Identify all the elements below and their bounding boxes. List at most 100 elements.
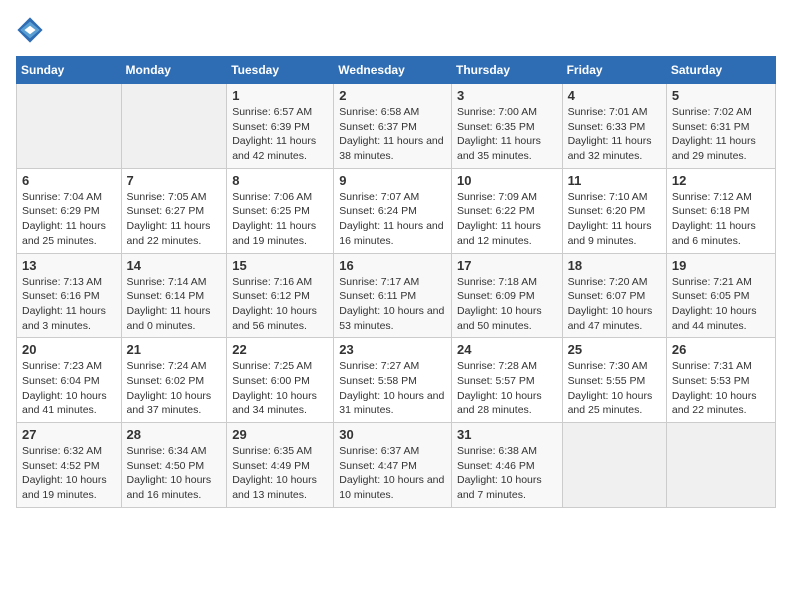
day-info: Sunrise: 7:21 AM Sunset: 6:05 PM Dayligh…	[672, 275, 770, 334]
day-number: 9	[339, 173, 446, 188]
day-number: 31	[457, 427, 557, 442]
day-info: Sunrise: 7:06 AM Sunset: 6:25 PM Dayligh…	[232, 190, 328, 249]
day-info: Sunrise: 7:04 AM Sunset: 6:29 PM Dayligh…	[22, 190, 116, 249]
day-number: 16	[339, 258, 446, 273]
day-number: 25	[568, 342, 661, 357]
day-number: 27	[22, 427, 116, 442]
calendar-cell: 9 Sunrise: 7:07 AM Sunset: 6:24 PM Daylig…	[334, 168, 452, 253]
calendar-cell: 12 Sunrise: 7:12 AM Sunset: 6:18 PM Dayli…	[666, 168, 775, 253]
day-info: Sunrise: 7:01 AM Sunset: 6:33 PM Dayligh…	[568, 105, 661, 164]
calendar-cell: 6 Sunrise: 7:04 AM Sunset: 6:29 PM Daylig…	[17, 168, 122, 253]
weekday-header-saturday: Saturday	[666, 57, 775, 84]
calendar-cell: 10 Sunrise: 7:09 AM Sunset: 6:22 PM Dayli…	[451, 168, 562, 253]
calendar-cell: 21 Sunrise: 7:24 AM Sunset: 6:02 PM Dayli…	[121, 338, 227, 423]
calendar-week-row: 20 Sunrise: 7:23 AM Sunset: 6:04 PM Dayli…	[17, 338, 776, 423]
day-number: 1	[232, 88, 328, 103]
calendar-cell: 20 Sunrise: 7:23 AM Sunset: 6:04 PM Dayli…	[17, 338, 122, 423]
calendar-cell: 7 Sunrise: 7:05 AM Sunset: 6:27 PM Daylig…	[121, 168, 227, 253]
calendar-cell: 2Sunrise: 6:58 AM Sunset: 6:37 PM Daylig…	[334, 84, 452, 169]
day-number: 7	[127, 173, 222, 188]
day-info: Sunrise: 7:24 AM Sunset: 6:02 PM Dayligh…	[127, 359, 222, 418]
calendar-cell: 24 Sunrise: 7:28 AM Sunset: 5:57 PM Dayli…	[451, 338, 562, 423]
day-info: Sunrise: 7:20 AM Sunset: 6:07 PM Dayligh…	[568, 275, 661, 334]
calendar-cell	[121, 84, 227, 169]
calendar-cell	[562, 423, 666, 508]
calendar-cell: 19 Sunrise: 7:21 AM Sunset: 6:05 PM Dayli…	[666, 253, 775, 338]
calendar-cell: 3 Sunrise: 7:00 AM Sunset: 6:35 PM Daylig…	[451, 84, 562, 169]
day-number: 17	[457, 258, 557, 273]
calendar-cell	[17, 84, 122, 169]
calendar-cell: 26 Sunrise: 7:31 AM Sunset: 5:53 PM Dayli…	[666, 338, 775, 423]
day-number: 20	[22, 342, 116, 357]
day-number: 12	[672, 173, 770, 188]
day-info: Sunrise: 7:12 AM Sunset: 6:18 PM Dayligh…	[672, 190, 770, 249]
day-number: 8	[232, 173, 328, 188]
day-number: 29	[232, 427, 328, 442]
weekday-header-friday: Friday	[562, 57, 666, 84]
day-number: 21	[127, 342, 222, 357]
weekday-header-row: SundayMondayTuesdayWednesdayThursdayFrid…	[17, 57, 776, 84]
day-info: Sunrise: 7:18 AM Sunset: 6:09 PM Dayligh…	[457, 275, 557, 334]
calendar-cell: 22Sunrise: 7:25 AM Sunset: 6:00 PM Dayli…	[227, 338, 334, 423]
calendar-cell: 17 Sunrise: 7:18 AM Sunset: 6:09 PM Dayli…	[451, 253, 562, 338]
calendar-cell: 31 Sunrise: 6:38 AM Sunset: 4:46 PM Dayli…	[451, 423, 562, 508]
day-info: Sunrise: 6:35 AM Sunset: 4:49 PM Dayligh…	[232, 444, 328, 503]
calendar-week-row: 13Sunrise: 7:13 AM Sunset: 6:16 PM Dayli…	[17, 253, 776, 338]
day-number: 24	[457, 342, 557, 357]
weekday-header-thursday: Thursday	[451, 57, 562, 84]
day-info: Sunrise: 6:34 AM Sunset: 4:50 PM Dayligh…	[127, 444, 222, 503]
day-info: Sunrise: 7:10 AM Sunset: 6:20 PM Dayligh…	[568, 190, 661, 249]
calendar-cell: 1 Sunrise: 6:57 AM Sunset: 6:39 PM Daylig…	[227, 84, 334, 169]
day-info: Sunrise: 6:32 AM Sunset: 4:52 PM Dayligh…	[22, 444, 116, 503]
calendar-cell: 29 Sunrise: 6:35 AM Sunset: 4:49 PM Dayli…	[227, 423, 334, 508]
day-number: 10	[457, 173, 557, 188]
weekday-header-tuesday: Tuesday	[227, 57, 334, 84]
day-info: Sunrise: 7:14 AM Sunset: 6:14 PM Dayligh…	[127, 275, 222, 334]
day-info: Sunrise: 7:07 AM Sunset: 6:24 PM Dayligh…	[339, 190, 446, 249]
day-number: 11	[568, 173, 661, 188]
day-info: Sunrise: 6:58 AM Sunset: 6:37 PM Dayligh…	[339, 105, 446, 164]
calendar-week-row: 6 Sunrise: 7:04 AM Sunset: 6:29 PM Daylig…	[17, 168, 776, 253]
day-info: Sunrise: 7:05 AM Sunset: 6:27 PM Dayligh…	[127, 190, 222, 249]
weekday-header-monday: Monday	[121, 57, 227, 84]
calendar-cell: 5 Sunrise: 7:02 AM Sunset: 6:31 PM Daylig…	[666, 84, 775, 169]
calendar-cell: 8 Sunrise: 7:06 AM Sunset: 6:25 PM Daylig…	[227, 168, 334, 253]
day-info: Sunrise: 7:31 AM Sunset: 5:53 PM Dayligh…	[672, 359, 770, 418]
day-info: Sunrise: 7:13 AM Sunset: 6:16 PM Dayligh…	[22, 275, 116, 334]
calendar-cell: 30 Sunrise: 6:37 AM Sunset: 4:47 PM Dayli…	[334, 423, 452, 508]
day-info: Sunrise: 7:09 AM Sunset: 6:22 PM Dayligh…	[457, 190, 557, 249]
calendar-cell: 28Sunrise: 6:34 AM Sunset: 4:50 PM Dayli…	[121, 423, 227, 508]
calendar-table: SundayMondayTuesdayWednesdayThursdayFrid…	[16, 56, 776, 508]
day-number: 19	[672, 258, 770, 273]
day-number: 18	[568, 258, 661, 273]
day-info: Sunrise: 7:00 AM Sunset: 6:35 PM Dayligh…	[457, 105, 557, 164]
day-number: 3	[457, 88, 557, 103]
calendar-cell: 23 Sunrise: 7:27 AM Sunset: 5:58 PM Dayli…	[334, 338, 452, 423]
day-info: Sunrise: 6:57 AM Sunset: 6:39 PM Dayligh…	[232, 105, 328, 164]
day-info: Sunrise: 7:17 AM Sunset: 6:11 PM Dayligh…	[339, 275, 446, 334]
day-info: Sunrise: 7:28 AM Sunset: 5:57 PM Dayligh…	[457, 359, 557, 418]
day-number: 14	[127, 258, 222, 273]
day-info: Sunrise: 6:38 AM Sunset: 4:46 PM Dayligh…	[457, 444, 557, 503]
page-header	[16, 16, 776, 44]
calendar-cell	[666, 423, 775, 508]
day-info: Sunrise: 6:37 AM Sunset: 4:47 PM Dayligh…	[339, 444, 446, 503]
day-number: 22	[232, 342, 328, 357]
weekday-header-sunday: Sunday	[17, 57, 122, 84]
day-info: Sunrise: 7:30 AM Sunset: 5:55 PM Dayligh…	[568, 359, 661, 418]
day-number: 30	[339, 427, 446, 442]
logo-icon	[16, 16, 44, 44]
calendar-cell: 14 Sunrise: 7:14 AM Sunset: 6:14 PM Dayli…	[121, 253, 227, 338]
day-info: Sunrise: 7:16 AM Sunset: 6:12 PM Dayligh…	[232, 275, 328, 334]
day-number: 23	[339, 342, 446, 357]
calendar-cell: 18 Sunrise: 7:20 AM Sunset: 6:07 PM Dayli…	[562, 253, 666, 338]
day-info: Sunrise: 7:27 AM Sunset: 5:58 PM Dayligh…	[339, 359, 446, 418]
day-info: Sunrise: 7:02 AM Sunset: 6:31 PM Dayligh…	[672, 105, 770, 164]
calendar-cell: 15Sunrise: 7:16 AM Sunset: 6:12 PM Dayli…	[227, 253, 334, 338]
day-info: Sunrise: 7:23 AM Sunset: 6:04 PM Dayligh…	[22, 359, 116, 418]
calendar-cell: 25 Sunrise: 7:30 AM Sunset: 5:55 PM Dayli…	[562, 338, 666, 423]
day-number: 26	[672, 342, 770, 357]
day-number: 5	[672, 88, 770, 103]
day-number: 6	[22, 173, 116, 188]
calendar-cell: 27 Sunrise: 6:32 AM Sunset: 4:52 PM Dayli…	[17, 423, 122, 508]
